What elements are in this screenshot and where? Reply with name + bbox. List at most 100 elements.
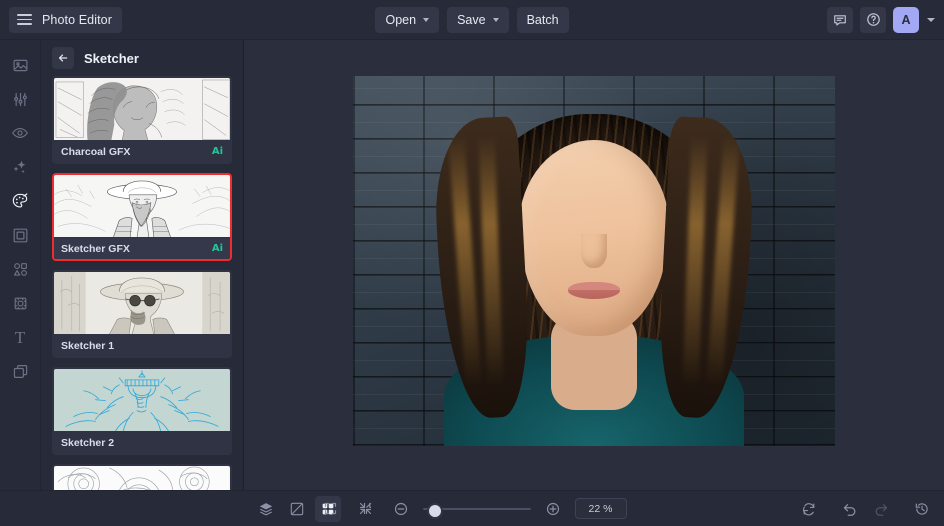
app-window: Photo Editor Open Save Batch A T Sketche…: [0, 0, 944, 526]
redo-icon: [875, 503, 888, 516]
app-footer: 22 %: [0, 490, 944, 526]
text-icon: T: [14, 327, 26, 347]
sidebar-item-effects[interactable]: [5, 152, 35, 182]
batch-button-label: Batch: [526, 12, 559, 27]
history-button[interactable]: [909, 496, 935, 522]
reset-button[interactable]: [796, 496, 822, 522]
list-item[interactable]: Sketcher 2: [52, 367, 232, 455]
charcoal-gfx-art: [54, 78, 230, 141]
sketcher-2-art: [54, 369, 230, 432]
reset-icon: [803, 502, 815, 515]
preset-name: Sketcher 2: [61, 436, 115, 449]
app-title: Photo Editor: [42, 12, 112, 27]
sidebar-item-artistic[interactable]: [5, 186, 35, 216]
arrow-left-icon: [58, 54, 68, 62]
preset-thumbnail: [54, 466, 230, 490]
preset-thumbnail: [54, 175, 230, 238]
shapes-icon: [13, 262, 27, 276]
redo-button[interactable]: [868, 496, 894, 522]
zoom-slider-handle[interactable]: [426, 502, 443, 519]
zoom-in-button[interactable]: [540, 496, 566, 522]
sidebar-item-frames[interactable]: [5, 220, 35, 250]
actual-size-button[interactable]: [353, 496, 379, 522]
fit-screen-button[interactable]: [318, 496, 344, 522]
preset-label-bar: Sketcher 2: [54, 432, 230, 453]
chevron-down-icon: [423, 18, 430, 22]
history-icon: [915, 502, 928, 515]
batch-button[interactable]: Batch: [516, 6, 569, 33]
app-header: Photo Editor Open Save Batch A: [0, 0, 944, 40]
ai-badge: Ai: [211, 243, 223, 254]
zoom-out-icon: [394, 502, 407, 515]
image-icon: [12, 59, 28, 71]
list-item[interactable]: Sketcher 1: [52, 270, 232, 358]
roses-line-art: [54, 466, 230, 490]
list-item[interactable]: Charcoal GFX Ai: [52, 76, 232, 164]
presets-panel: Sketcher Charcoal GFX Ai Sketcher GFX Ai…: [41, 40, 244, 490]
sidebar-item-retouch[interactable]: [5, 118, 35, 148]
layers-stack-icon: [259, 502, 273, 515]
avatar[interactable]: A: [893, 6, 919, 33]
back-button[interactable]: [52, 47, 74, 69]
preset-name: Sketcher 1: [61, 339, 115, 352]
footer-right-tools: [796, 496, 935, 522]
save-button[interactable]: Save: [447, 6, 509, 33]
frame-icon: [13, 228, 27, 242]
chevron-down-icon: [492, 18, 499, 22]
list-item-selected[interactable]: Sketcher GFX Ai: [52, 173, 232, 261]
fit-screen-icon: [324, 502, 337, 515]
canvas-image[interactable]: [353, 76, 835, 446]
preset-thumbnail: [54, 369, 230, 432]
zoom-in-icon: [546, 502, 559, 515]
undo-button[interactable]: [837, 496, 863, 522]
feedback-button[interactable]: [827, 6, 853, 33]
preset-name: Charcoal GFX: [61, 145, 131, 158]
preset-thumbnail: [54, 78, 230, 141]
layers-icon: [13, 364, 27, 378]
sidebar-item-adjust[interactable]: [5, 84, 35, 114]
open-button-label: Open: [385, 12, 417, 27]
header-toolbar: Open Save Batch: [0, 0, 944, 39]
sparkles-icon: [13, 160, 26, 174]
crop-icon: [14, 297, 26, 309]
preset-name: Sketcher GFX: [61, 242, 130, 255]
canvas-area[interactable]: [244, 40, 944, 490]
compare-button[interactable]: [284, 496, 310, 522]
help-icon: [866, 13, 880, 26]
list-item[interactable]: [52, 464, 232, 490]
sidebar-item-transform[interactable]: [5, 288, 35, 318]
preset-label-bar: Sketcher 1: [54, 335, 230, 356]
header-actions: A: [827, 6, 935, 33]
preset-label-bar: Charcoal GFX Ai: [54, 141, 230, 162]
actual-size-icon: [359, 502, 372, 515]
nose: [581, 234, 607, 268]
portrait-figure: [353, 76, 835, 446]
app-menu-button[interactable]: Photo Editor: [9, 6, 122, 33]
app-body: T Sketcher Charcoal GFX Ai Sketcher GFX …: [0, 40, 944, 490]
tool-rail: T: [0, 40, 41, 490]
palette-icon: [12, 193, 28, 208]
panel-title: Sketcher: [84, 50, 139, 66]
sketcher-gfx-art: [54, 175, 230, 238]
panel-header: Sketcher: [41, 40, 243, 76]
help-button[interactable]: [860, 6, 886, 33]
eye-icon: [12, 128, 28, 138]
preset-label-bar: Sketcher GFX Ai: [54, 238, 230, 259]
save-button-label: Save: [457, 12, 486, 27]
adjust-icon: [13, 92, 27, 106]
sidebar-item-overlays[interactable]: [5, 254, 35, 284]
zoom-out-button[interactable]: [388, 496, 414, 522]
zoom-slider[interactable]: [422, 502, 531, 519]
preset-list[interactable]: Charcoal GFX Ai Sketcher GFX Ai Sketcher…: [41, 76, 243, 490]
zoom-value-input[interactable]: 22 %: [574, 498, 627, 519]
feedback-icon: [834, 14, 846, 25]
chevron-down-icon[interactable]: [927, 17, 935, 22]
sidebar-item-text[interactable]: T: [5, 322, 35, 352]
open-button[interactable]: Open: [375, 6, 440, 33]
sidebar-item-layers[interactable]: [5, 356, 35, 386]
preset-thumbnail: [54, 272, 230, 335]
sidebar-item-image[interactable]: [5, 50, 35, 80]
hamburger-icon: [17, 14, 32, 25]
sketcher-1-art: [54, 272, 230, 335]
layers-stack-button[interactable]: [253, 496, 279, 522]
